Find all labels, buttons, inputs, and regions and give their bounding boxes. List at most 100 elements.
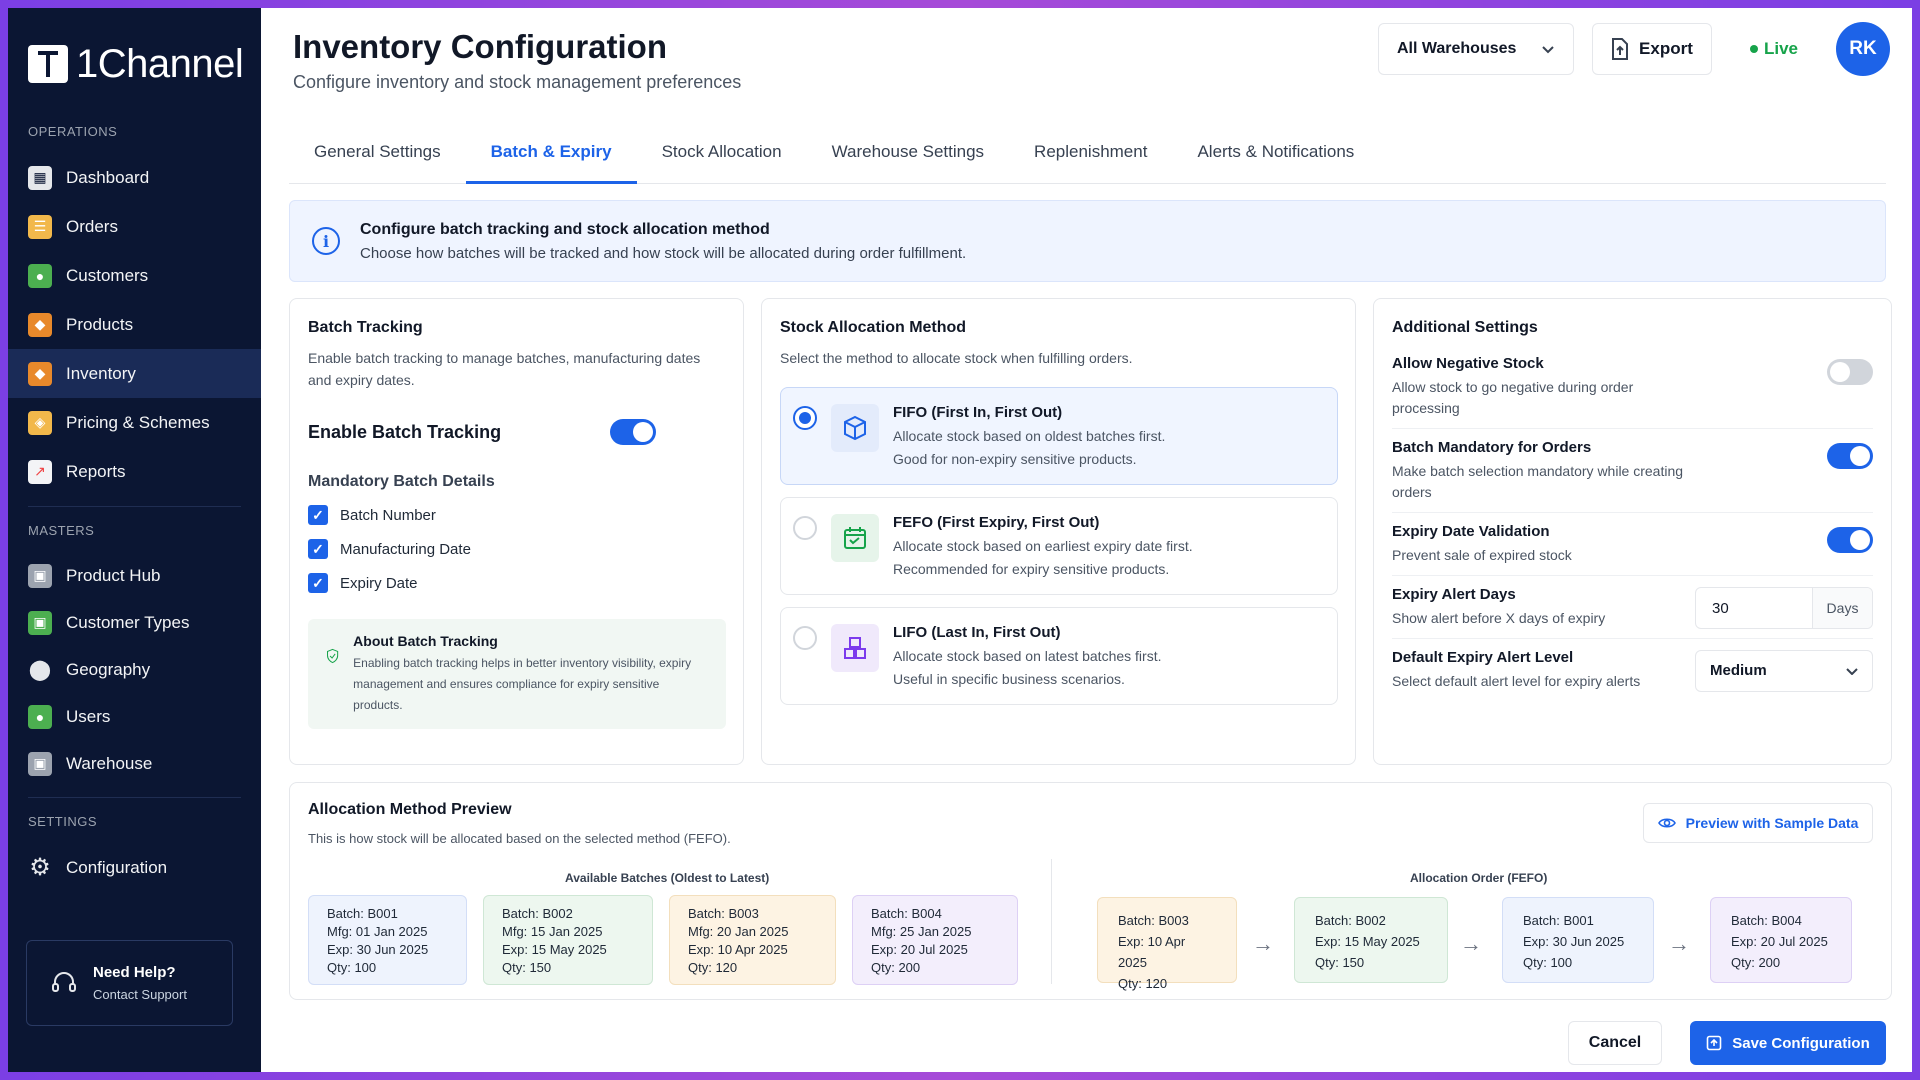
customers-icon: ● (28, 263, 52, 288)
enable-batch-tracking-toggle[interactable] (610, 419, 656, 445)
sidebar-item-pricing[interactable]: ◈ Pricing & Schemes (8, 398, 261, 447)
alert-level-select[interactable]: Medium (1695, 649, 1873, 692)
radio-unselected[interactable] (793, 626, 817, 650)
sidebar-item-dashboard[interactable]: ▦ Dashboard (8, 153, 261, 202)
sidebar-item-label: Warehouse (66, 753, 153, 773)
batch-qty: Qty: 120 (1118, 976, 1168, 991)
setting-batch-mandatory: Batch Mandatory for Orders Make batch se… (1392, 429, 1873, 513)
checkbox-row-manufacturing-date[interactable]: ✓ Manufacturing Date (308, 539, 725, 559)
tab-general-settings[interactable]: General Settings (289, 128, 466, 184)
batch-exp: Exp: 30 Jun 2025 (1523, 934, 1625, 949)
setting-title: Expiry Alert Days (1392, 586, 1516, 603)
arrow-right-icon: → (1460, 931, 1482, 956)
location-pin-icon: ⬤ (28, 659, 52, 681)
dashboard-icon: ▦ (28, 165, 52, 190)
page-subtitle: Configure inventory and stock management… (293, 72, 742, 92)
setting-allow-negative-stock: Allow Negative Stock Allow stock to go n… (1392, 345, 1873, 429)
batch-qty: Qty: 150 (1315, 955, 1365, 970)
avatar[interactable]: RK (1836, 22, 1890, 76)
tab-warehouse-settings[interactable]: Warehouse Settings (807, 128, 1009, 184)
enable-batch-tracking-row: Enable Batch Tracking (308, 419, 656, 445)
allocation-order-card: Batch: B002 Exp: 15 May 2025 Qty: 150 (1294, 897, 1448, 983)
method-option-lifo[interactable]: LIFO (Last In, First Out) Allocate stock… (780, 607, 1338, 705)
save-configuration-button[interactable]: Save Configuration (1690, 1021, 1886, 1065)
allow-negative-stock-toggle[interactable] (1827, 359, 1873, 385)
checkbox-checked-icon[interactable]: ✓ (308, 505, 328, 525)
sidebar-item-users[interactable]: ● Users (8, 693, 261, 740)
method-line-1: Allocate stock based on earliest expiry … (893, 538, 1193, 554)
setting-title: Batch Mandatory for Orders (1392, 439, 1592, 456)
preview-sample-data-button[interactable]: Preview with Sample Data (1643, 803, 1873, 843)
checkbox-row-expiry-date[interactable]: ✓ Expiry Date (308, 573, 725, 593)
expiry-alert-days-value[interactable]: 30 (1696, 588, 1812, 628)
sidebar-item-product-hub[interactable]: ▣ Product Hub (8, 552, 261, 599)
checkbox-label: Batch Number (340, 506, 436, 524)
tab-stock-allocation[interactable]: Stock Allocation (637, 128, 807, 184)
available-batch-card: Batch: B004 Mfg: 25 Jan 2025 Exp: 20 Jul… (852, 895, 1018, 985)
sidebar-item-orders[interactable]: ☰ Orders (8, 202, 261, 251)
card-description: Select the method to allocate stock when… (780, 350, 1133, 366)
cube-icon (831, 404, 879, 452)
sidebar: 1Channel OPERATIONS ▦ Dashboard ☰ Orders… (8, 8, 261, 1072)
sidebar-item-products[interactable]: ◆ Products (8, 300, 261, 349)
save-icon (1706, 1035, 1722, 1051)
app-window: 1Channel OPERATIONS ▦ Dashboard ☰ Orders… (8, 8, 1912, 1072)
sidebar-item-label: Configuration (66, 857, 168, 877)
batch-mfg: Mfg: 15 Jan 2025 (502, 924, 603, 939)
divider (28, 506, 241, 507)
additional-settings-card: Additional Settings Allow Negative Stock… (1373, 298, 1892, 765)
sidebar-item-configuration[interactable]: ⚙ Configuration (8, 843, 261, 892)
expiry-validation-toggle[interactable] (1827, 527, 1873, 553)
allocation-order-heading: Allocation Order (FEFO) (1410, 871, 1548, 885)
box-icon: ◆ (28, 312, 52, 337)
radio-unselected[interactable] (793, 516, 817, 540)
sidebar-item-label: Orders (66, 216, 118, 236)
card-title: Additional Settings (1392, 319, 1538, 336)
sidebar-item-customer-types[interactable]: ▣ Customer Types (8, 599, 261, 646)
checkbox-label: Manufacturing Date (340, 540, 471, 558)
headset-icon (52, 972, 76, 992)
batch-exp: Exp: 10 Apr 2025 (688, 942, 788, 957)
tag-icon: ◈ (28, 410, 52, 435)
warehouse-select[interactable]: All Warehouses (1377, 23, 1574, 75)
sidebar-item-warehouse[interactable]: ▣ Warehouse (8, 740, 261, 787)
tab-batch-expiry[interactable]: Batch & Expiry (465, 128, 637, 184)
sidebar-item-label: Dashboard (66, 167, 150, 187)
chart-icon: ↗ (28, 459, 52, 484)
expiry-alert-days-input[interactable]: 30 Days (1695, 586, 1873, 629)
method-option-fefo[interactable]: FEFO (First Expiry, First Out) Allocate … (780, 497, 1338, 595)
preview-sample-data-label: Preview with Sample Data (1685, 815, 1859, 831)
radio-selected[interactable] (793, 406, 817, 430)
sidebar-item-reports[interactable]: ↗ Reports (8, 447, 261, 496)
tab-replenishment[interactable]: Replenishment (1009, 128, 1172, 184)
section-label: SETTINGS (28, 814, 98, 829)
brand-logo[interactable]: 1Channel (8, 8, 261, 98)
available-batches-heading: Available Batches (Oldest to Latest) (565, 871, 770, 885)
method-option-fifo[interactable]: FIFO (First In, First Out) Allocate stoc… (780, 387, 1338, 485)
sidebar-item-inventory[interactable]: ◆ Inventory (8, 349, 261, 398)
days-unit-label: Days (1812, 587, 1872, 628)
checkbox-row-batch-number[interactable]: ✓ Batch Number (308, 505, 725, 525)
sidebar-item-customers[interactable]: ● Customers (8, 251, 261, 300)
cancel-button[interactable]: Cancel (1568, 1021, 1662, 1065)
checkbox-checked-icon[interactable]: ✓ (308, 573, 328, 593)
eye-icon (1657, 818, 1676, 828)
batch-tracking-card: Batch Tracking Enable batch tracking to … (289, 298, 744, 765)
batch-mfg: Mfg: 01 Jan 2025 (327, 924, 428, 939)
card-title: Allocation Method Preview (308, 801, 512, 818)
info-banner: i Configure batch tracking and stock all… (289, 200, 1886, 282)
help-contact-support[interactable]: Need Help? Contact Support (26, 940, 233, 1026)
batch-exp: Exp: 15 May 2025 (1315, 934, 1420, 949)
warehouse-select-value: All Warehouses (1396, 40, 1517, 57)
method-line-2: Useful in specific business scenarios. (893, 671, 1125, 687)
checkbox-checked-icon[interactable]: ✓ (308, 539, 328, 559)
sidebar-item-geography[interactable]: ⬤ Geography (8, 646, 261, 693)
hub-icon: ▣ (28, 563, 52, 588)
enable-batch-tracking-label: Enable Batch Tracking (308, 421, 502, 442)
tab-alerts-notifications[interactable]: Alerts & Notifications (1172, 128, 1379, 184)
setting-description: Select default alert level for expiry al… (1392, 673, 1641, 689)
batch-mandatory-toggle[interactable] (1827, 443, 1873, 469)
export-button[interactable]: Export (1591, 23, 1712, 75)
batch-qty: Qty: 200 (871, 960, 921, 975)
sidebar-item-label: Product Hub (66, 565, 161, 585)
